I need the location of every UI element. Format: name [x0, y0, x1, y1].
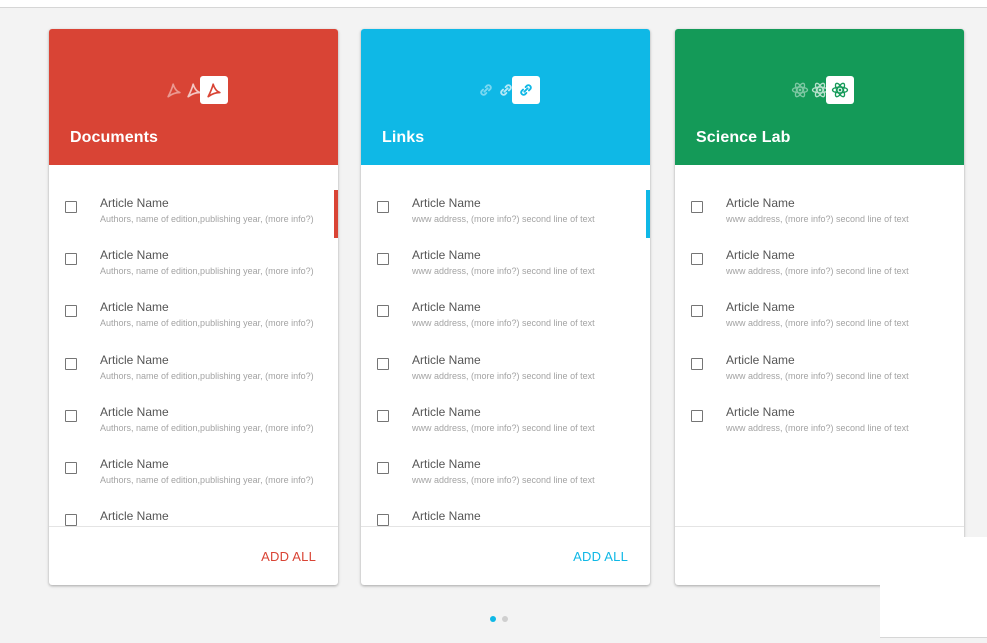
item-title: Article Name [100, 248, 169, 263]
list-item[interactable]: Article Name Authors, name of edition,pub… [49, 322, 338, 381]
pdf-icon [180, 76, 208, 104]
item-title: Article Name [412, 404, 481, 419]
list-item[interactable]: Article Name Authors, name of edition,pub… [49, 217, 338, 276]
links-card: Links Article Name www address, (more inf… [361, 29, 650, 585]
list-item[interactable]: Article Name Authors, name of edition,pub… [49, 374, 338, 433]
item-checkbox[interactable] [65, 357, 77, 370]
item-checkbox[interactable] [65, 409, 77, 422]
list-item[interactable]: Article Name Authors, name of edition,pub… [49, 269, 338, 328]
card-title: Documents [70, 129, 159, 146]
item-checkbox[interactable] [377, 514, 389, 527]
list-item[interactable]: Article Name Authors, name of edition,pub… [49, 165, 338, 224]
item-checkbox[interactable] [377, 305, 389, 318]
item-title: Article Name [726, 404, 795, 419]
link-icon [492, 76, 520, 104]
card-header: Links [361, 29, 650, 165]
card-title: Links [382, 129, 425, 146]
item-title: Article Name [412, 352, 481, 367]
science-lab-card: Science Lab Article Name www address, (mo… [675, 29, 964, 585]
list-item[interactable]: Article Name www address, (more info?) se… [675, 217, 964, 276]
item-checkbox[interactable] [65, 514, 77, 527]
atom-icon [806, 76, 834, 104]
list-item[interactable]: Article Name www address, (more info?) se… [675, 165, 964, 224]
item-title: Article Name [726, 248, 795, 263]
item-checkbox[interactable] [691, 201, 703, 213]
list-item[interactable]: Article Name www address, (more info?) se… [361, 269, 650, 328]
item-title: Article Name [100, 457, 169, 471]
item-title: Article Name [100, 509, 169, 524]
item-title: Article Name [100, 300, 169, 315]
item-title: Article Name [412, 196, 481, 210]
item-title: Article Name [412, 509, 481, 524]
list-item[interactable]: Article Name www address, (more info?) se… [361, 217, 650, 276]
item-checkbox[interactable] [377, 409, 389, 422]
card-header: Science Lab [675, 29, 964, 165]
item-title: Article Name [726, 196, 795, 210]
card-footer: ADD ALL [361, 526, 650, 585]
top-divider [0, 0, 987, 8]
article-list[interactable]: Article Name Authors, name of edition,pub… [49, 165, 338, 527]
item-checkbox[interactable] [65, 305, 77, 318]
pagination-dots [490, 616, 514, 622]
item-checkbox[interactable] [691, 357, 703, 370]
item-title: Article Name [100, 352, 169, 367]
list-item[interactable]: Article Name www address, (more info?) se… [361, 322, 650, 381]
item-title: Article Name [412, 300, 481, 315]
item-checkbox[interactable] [377, 357, 389, 370]
item-title: Article Name [726, 300, 795, 315]
card-title: Science Lab [696, 129, 791, 146]
item-title: Article Name [726, 352, 795, 367]
item-title: Article Name [412, 457, 481, 471]
item-title: Article Name [100, 196, 169, 210]
list-item[interactable]: Article Name www address, (more info?) se… [675, 374, 964, 433]
header-icons [49, 73, 338, 107]
item-title: Article Name [100, 404, 169, 419]
list-item[interactable]: Article Name www address, (more info?) se… [675, 269, 964, 328]
add-all-button[interactable]: ADD ALL [261, 549, 316, 564]
item-checkbox[interactable] [691, 253, 703, 266]
item-checkbox[interactable] [377, 253, 389, 266]
item-subtitle: www address, (more info?) second line of… [726, 422, 909, 433]
item-title: Article Name [412, 248, 481, 263]
header-icons [675, 73, 964, 107]
blank-overlay [880, 537, 987, 638]
list-item[interactable]: Article Name www address, (more info?) se… [361, 426, 650, 485]
item-checkbox[interactable] [377, 462, 389, 474]
page-dot-active[interactable] [490, 616, 496, 622]
item-checkbox[interactable] [691, 305, 703, 318]
header-icons [361, 73, 650, 107]
item-checkbox[interactable] [691, 409, 703, 422]
list-item[interactable]: Article Name www address, (more info?) se… [675, 322, 964, 381]
article-list[interactable]: Article Name www address, (more info?) se… [361, 165, 650, 527]
item-checkbox[interactable] [65, 201, 77, 213]
item-checkbox[interactable] [65, 253, 77, 266]
article-list[interactable]: Article Name www address, (more info?) se… [675, 165, 964, 527]
list-item[interactable]: Article Name www address, (more info?) se… [361, 374, 650, 433]
item-checkbox[interactable] [65, 462, 77, 474]
card-header: Documents [49, 29, 338, 165]
list-item[interactable]: Article Name [361, 478, 650, 527]
item-checkbox[interactable] [377, 201, 389, 213]
documents-card: Documents Article Name Authors, name of e… [49, 29, 338, 585]
add-all-button[interactable]: ADD ALL [573, 549, 628, 564]
page-dot[interactable] [502, 616, 508, 622]
list-item[interactable]: Article Name [49, 478, 338, 527]
card-footer: ADD ALL [49, 526, 338, 585]
list-item[interactable]: Article Name www address, (more info?) se… [361, 165, 650, 224]
list-item[interactable]: Article Name Authors, name of edition,pub… [49, 426, 338, 485]
